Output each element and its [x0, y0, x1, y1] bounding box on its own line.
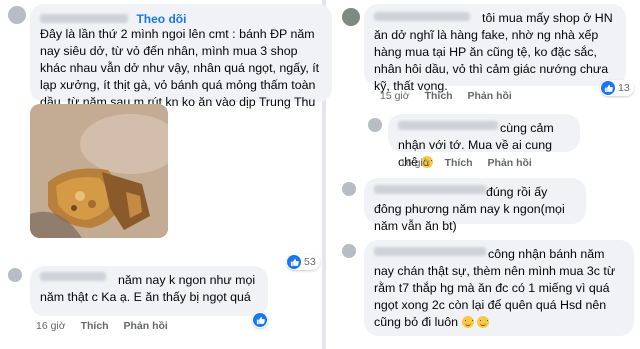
comment-bubble: Theo dõi Đây là lần thứ 2 mình ngoi lên …	[30, 4, 332, 126]
comment-time: 16 giờ	[36, 320, 66, 332]
comment-bubble: cùng cảm nhận với tớ. Mua về ai cung chê	[388, 114, 580, 169]
follow-link[interactable]: Theo dõi	[136, 12, 186, 26]
like-button[interactable]: Thích	[445, 157, 473, 169]
like-reaction-icon	[601, 81, 615, 95]
comment-bubble: năm nay k ngon như mọi năm thật c Ka ạ. …	[30, 266, 268, 316]
commenter-avatar[interactable]	[8, 268, 22, 282]
like-reaction-icon	[253, 313, 267, 327]
commenter-name-blurred[interactable]	[374, 185, 486, 194]
reaction-count: 13	[618, 82, 630, 94]
reaction-summary[interactable]: 13	[600, 80, 634, 96]
comment-text: công nhận bánh năm nay chán thật sự, thè…	[374, 247, 616, 329]
commenter-avatar[interactable]	[368, 118, 382, 132]
commenter-name-blurred[interactable]	[374, 12, 470, 21]
comment-bubble: đúng rồi ấy đông phương năm nay k ngon(m…	[364, 178, 586, 233]
comment-text: tôi mua mấy shop ở HN ăn dở nghĩ là hàng…	[374, 11, 613, 93]
commenter-avatar[interactable]	[342, 244, 356, 258]
like-reaction-icon	[287, 255, 301, 269]
comment-meta: 15 giờ Thích Phản hồi	[380, 90, 524, 102]
smiling-face-emoji-icon	[476, 316, 489, 328]
comment-time: 16 giờ	[400, 157, 430, 169]
like-button[interactable]: Thích	[425, 90, 453, 102]
mooncake-photo[interactable]	[30, 104, 168, 238]
comment-bubble: tôi mua mấy shop ở HN ăn dở nghĩ là hàng…	[364, 4, 626, 93]
reply-button[interactable]: Phản hồi	[488, 157, 532, 169]
commenter-avatar[interactable]	[342, 182, 356, 196]
comment-meta: 16 giờ Thích Phản hồi	[400, 157, 544, 169]
like-button[interactable]: Thích	[81, 320, 109, 332]
reaction-summary[interactable]	[252, 312, 268, 328]
commenter-avatar[interactable]	[8, 6, 26, 24]
comment-bubble: công nhận bánh năm nay chán thật sự, thè…	[364, 240, 634, 336]
commenter-name-blurred[interactable]	[374, 247, 486, 256]
commenter-avatar[interactable]	[342, 8, 360, 26]
commenter-name-blurred[interactable]	[40, 272, 106, 281]
comment-time: 15 giờ	[380, 90, 410, 102]
commenter-name-blurred[interactable]	[40, 14, 128, 24]
mooncake-image-icon	[30, 104, 168, 238]
smiling-face-emoji-icon	[461, 316, 474, 328]
commenter-name-blurred[interactable]	[398, 121, 498, 130]
comment-meta: 16 giờ Thích Phản hồi	[36, 320, 180, 332]
left-comment-column: Theo dõi Đây là lần thứ 2 mình ngoi lên …	[0, 0, 332, 349]
reaction-count: 53	[304, 256, 316, 268]
reply-button[interactable]: Phản hồi	[124, 320, 168, 332]
right-comment-column: tôi mua mấy shop ở HN ăn dở nghĩ là hàng…	[328, 0, 640, 349]
reply-button[interactable]: Phản hồi	[468, 90, 512, 102]
reaction-summary[interactable]: 53	[286, 254, 320, 270]
